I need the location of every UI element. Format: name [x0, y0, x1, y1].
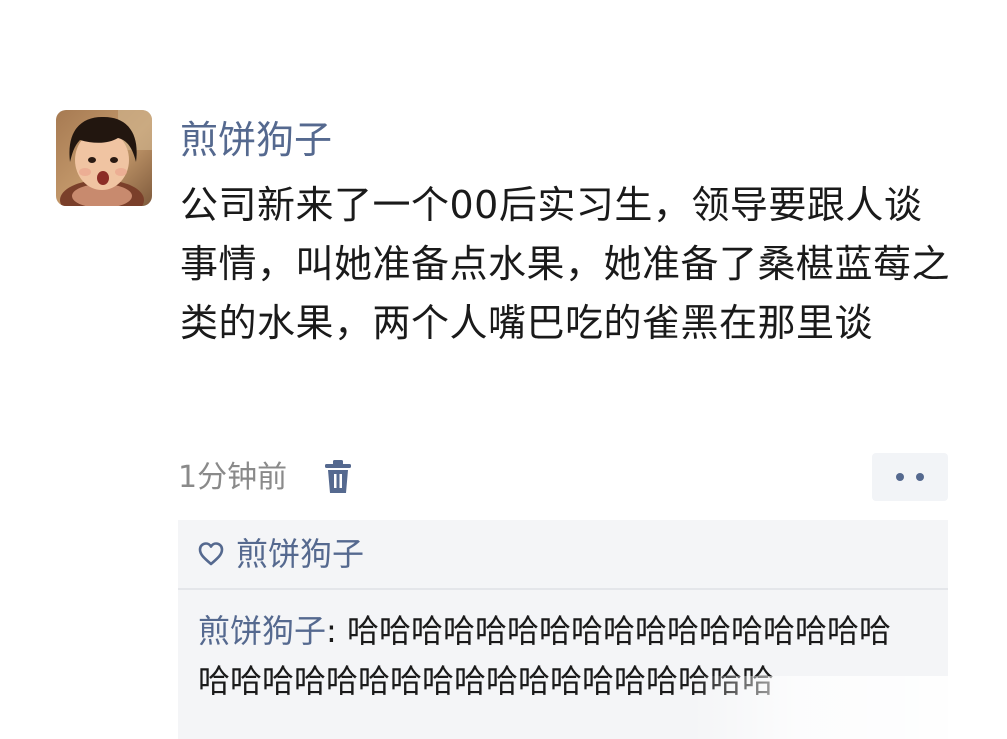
comment-separator: : [326, 612, 347, 650]
like-user-name[interactable]: 煎饼狗子 [236, 532, 364, 576]
watermark-fade [690, 676, 1007, 739]
more-dots-icon [896, 473, 904, 481]
likes-row: 煎饼狗子 [178, 520, 948, 588]
comment-author[interactable]: 煎饼狗子 [198, 612, 326, 650]
avatar[interactable] [56, 110, 152, 206]
heart-icon [198, 541, 224, 567]
more-button[interactable] [872, 453, 948, 501]
more-dots-icon [916, 473, 924, 481]
post-timestamp: 1分钟前 [178, 460, 288, 495]
divider [178, 588, 948, 590]
moments-post: 煎饼狗子 公司新来了一个00后实习生，领导要跟人谈事情，叫她准备点水果，她准备了… [0, 0, 1007, 739]
post-text: 公司新来了一个00后实习生，领导要跟人谈事情，叫她准备点水果，她准备了桑椹蓝莓之… [180, 183, 951, 345]
trash-icon[interactable] [323, 459, 353, 495]
avatar-photo [56, 110, 152, 206]
post-author-name[interactable]: 煎饼狗子 [180, 114, 332, 166]
